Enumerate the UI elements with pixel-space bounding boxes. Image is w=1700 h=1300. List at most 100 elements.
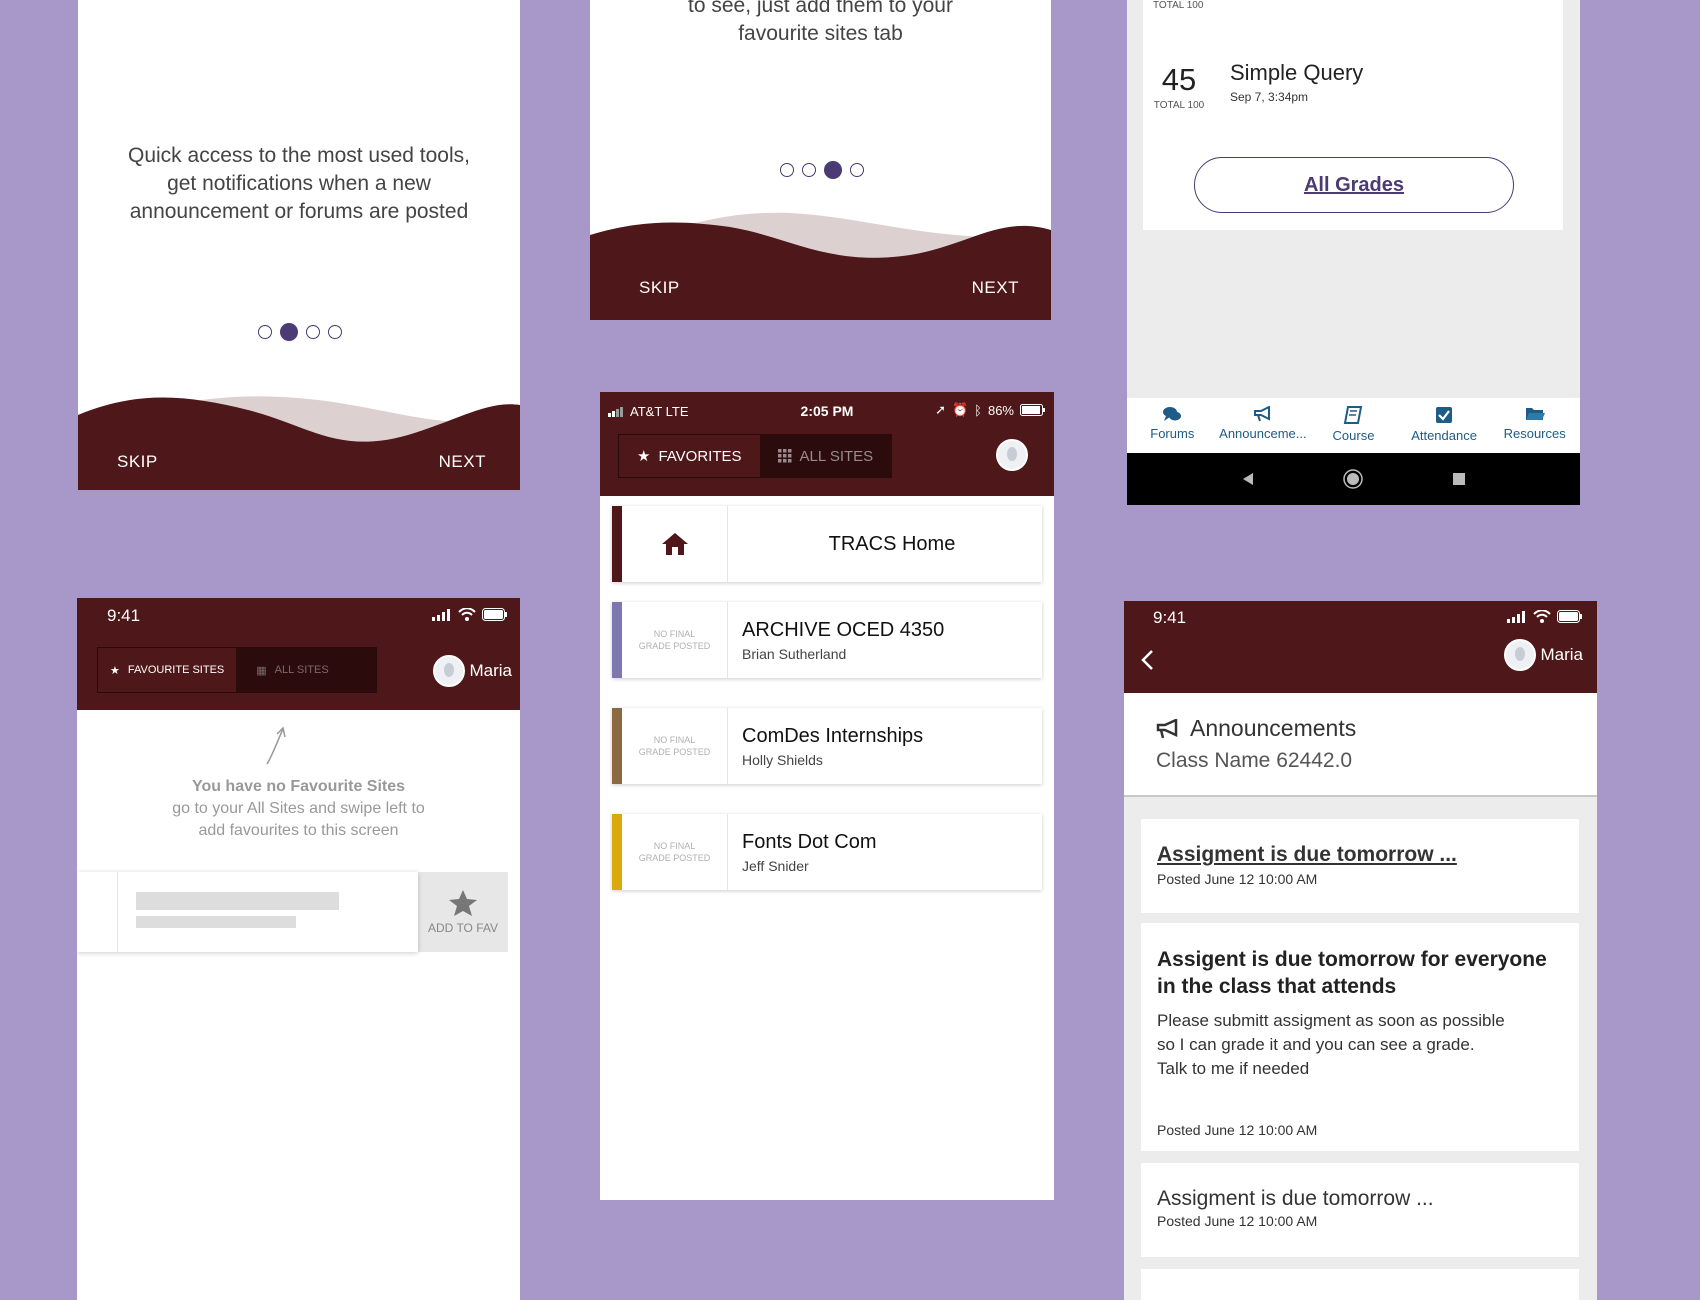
location-icon: ➚: [935, 402, 946, 417]
announcements-title-bar: Announcements Class Name 62442.0: [1124, 693, 1597, 797]
onboarding-text: Quick access to the most used tools, get…: [78, 142, 520, 226]
placeholder-title-bar: [136, 892, 339, 910]
page-dot[interactable]: [306, 325, 320, 339]
announcement-card[interactable]: Assigment is due tomorrow ... Posted Jun…: [1141, 819, 1579, 913]
megaphone-icon: [1156, 718, 1178, 738]
site-card[interactable]: NO FINAL GRADE POSTED ARCHIVE OCED 4350 B…: [612, 602, 1042, 678]
add-to-fav-button[interactable]: ADD TO FAV: [418, 872, 508, 952]
empty-state-message: You have no Favourite Sites go to your A…: [77, 776, 520, 842]
next-button[interactable]: NEXT: [972, 278, 1019, 298]
grades-screen: TOTAL 100 45 TOTAL 100 Simple Query Sep …: [1127, 0, 1580, 505]
add-to-fav-label: ADD TO FAV: [427, 921, 499, 935]
announcement-posted: Posted June 12 10:00 AM: [1157, 1122, 1318, 1138]
page-indicator: [780, 161, 864, 179]
user-avatar-button[interactable]: [996, 439, 1028, 471]
onboarding-text: to see, just add them to your favourite …: [590, 0, 1051, 48]
skip-button[interactable]: SKIP: [639, 278, 680, 298]
toggle-favorites[interactable]: ★ FAVORITES: [619, 435, 760, 477]
signal-icon: [1507, 610, 1525, 623]
grade-status: NO FINAL GRADE POSTED: [622, 602, 728, 678]
grid-icon: [777, 449, 792, 463]
battery-icon: [1557, 610, 1582, 623]
folder-icon: [1525, 408, 1545, 420]
site-title: TRACS Home: [828, 532, 956, 555]
battery-icon: [482, 608, 507, 621]
user-name: Maria: [1540, 645, 1583, 664]
announcement-body-line: Please submitt assigment as soon as poss…: [1157, 1011, 1505, 1030]
announcement-card-expanded[interactable]: Assigent is due tomorrow for everyone in…: [1141, 923, 1579, 1151]
grade-status-line: GRADE POSTED: [638, 853, 711, 863]
user-name: Maria: [469, 661, 512, 680]
page-dot[interactable]: [850, 163, 864, 177]
view-toggle: ★ FAVOURITE SITES ▦ ALL SITES: [97, 647, 377, 693]
card-divider: [117, 872, 118, 952]
toggle-label: ALL SITES: [274, 664, 329, 676]
status-icons: [432, 608, 508, 621]
placeholder-site-card[interactable]: [77, 872, 418, 952]
grade-total: TOTAL 100: [1153, 100, 1205, 111]
tab-label: Attendance: [1411, 428, 1477, 443]
tab-label: Resources: [1503, 426, 1566, 441]
onboarding-screen-2: to see, just add them to your favourite …: [590, 0, 1051, 320]
user-profile[interactable]: Maria: [433, 655, 512, 687]
announcement-card[interactable]: [1141, 1269, 1579, 1300]
grade-status-line: NO FINAL: [653, 841, 696, 851]
next-button[interactable]: NEXT: [439, 452, 486, 472]
tab-label: Announceme...: [1219, 426, 1307, 441]
decorative-wave: [78, 396, 520, 490]
site-title: Fonts Dot Com: [742, 830, 877, 853]
tab-label: Forums: [1150, 426, 1195, 441]
class-name: Class Name 62442.0: [1156, 749, 1353, 772]
alarm-icon: ⏰: [951, 402, 969, 417]
grades-card: TOTAL 100 45 TOTAL 100 Simple Query Sep …: [1143, 0, 1563, 230]
home-nav-icon[interactable]: [1343, 469, 1364, 489]
tab-announcements[interactable]: Announceme...: [1218, 406, 1308, 453]
announcement-title-link[interactable]: Assigment is due tomorrow ...: [1157, 843, 1563, 867]
grade-status-line: GRADE POSTED: [638, 747, 711, 757]
page-dot[interactable]: [328, 325, 342, 339]
page-dot-active[interactable]: [280, 323, 298, 341]
page-dot-active[interactable]: [824, 161, 842, 179]
announcement-body-line: so I can grade it and you can see a grad…: [1157, 1035, 1475, 1054]
grade-status: NO FINAL GRADE POSTED: [622, 814, 728, 890]
tab-attendance[interactable]: Attendance: [1399, 406, 1489, 453]
tab-course[interactable]: Course: [1308, 406, 1398, 453]
onboarding-text-line: Quick access to the most used tools,: [128, 144, 470, 167]
grade-title: Simple Query: [1230, 60, 1364, 85]
announcement-card[interactable]: Assigment is due tomorrow ... Posted Jun…: [1141, 1163, 1579, 1257]
site-card[interactable]: NO FINAL GRADE POSTED ComDes Internships …: [612, 708, 1042, 784]
total-label: TOTAL 100: [1153, 0, 1204, 11]
announcement-body: Please submitt assigment as soon as poss…: [1157, 1009, 1563, 1081]
user-profile[interactable]: Maria: [1504, 639, 1583, 671]
tracs-home-card[interactable]: TRACS Home: [612, 506, 1042, 582]
tab-label: Course: [1332, 428, 1375, 443]
back-arrow-icon[interactable]: [1140, 649, 1154, 671]
site-color-stripe: [612, 814, 622, 890]
wifi-icon: [1533, 610, 1551, 623]
toggle-label: FAVORITES: [658, 447, 742, 465]
site-instructor: Jeff Snider: [742, 857, 809, 874]
avatar: [433, 655, 466, 687]
page-dot[interactable]: [802, 163, 816, 177]
all-grades-button[interactable]: All Grades: [1194, 157, 1514, 213]
toggle-all-sites[interactable]: ALL SITES: [760, 435, 892, 477]
toggle-all-sites[interactable]: ▦ ALL SITES: [236, 648, 348, 692]
page-indicator: [258, 323, 342, 341]
site-info: ComDes Internships Holly Shields: [728, 708, 923, 784]
toggle-favourite-sites[interactable]: ★ FAVOURITE SITES: [98, 648, 237, 692]
tab-resources[interactable]: Resources: [1490, 406, 1580, 453]
grade-status: NO FINAL GRADE POSTED: [622, 708, 728, 784]
back-nav-icon[interactable]: [1241, 472, 1255, 486]
onboarding-screen-1: Quick access to the most used tools, get…: [78, 0, 520, 490]
recents-nav-icon[interactable]: [1452, 472, 1466, 486]
grade-score-block: 45 TOTAL 100: [1152, 62, 1206, 111]
empty-state-hint: go to your All Sites and swipe left to: [172, 800, 425, 817]
empty-state-heading: You have no Favourite Sites: [191, 778, 406, 795]
page-dot[interactable]: [780, 163, 794, 177]
battery-icon: [1020, 404, 1045, 416]
site-card[interactable]: NO FINAL GRADE POSTED Fonts Dot Com Jeff …: [612, 814, 1042, 890]
tab-forums[interactable]: Forums: [1127, 406, 1217, 453]
skip-button[interactable]: SKIP: [117, 452, 158, 472]
page-dot[interactable]: [258, 325, 272, 339]
star-icon: [449, 890, 477, 916]
